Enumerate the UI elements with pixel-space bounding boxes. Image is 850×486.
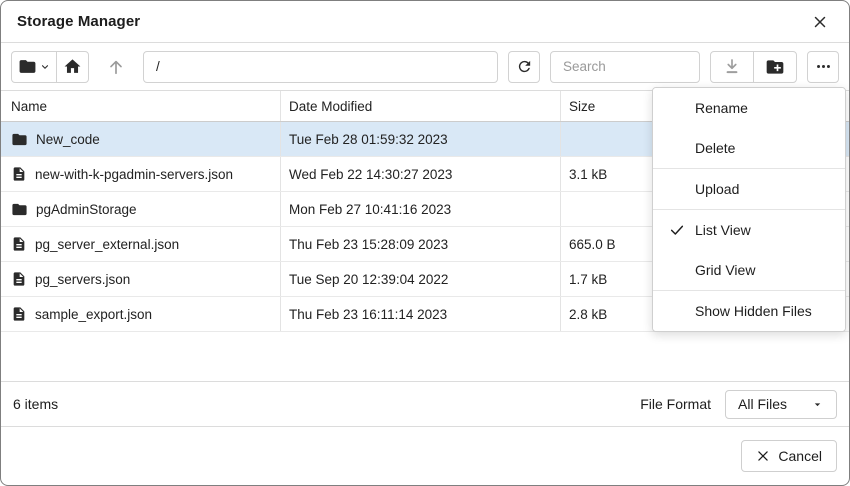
file-name: pg_server_external.json <box>35 237 179 252</box>
file-format-select[interactable]: All Files <box>725 390 837 419</box>
title-bar: Storage Manager <box>1 1 849 43</box>
more-options-icon <box>815 58 832 75</box>
file-name: new-with-k-pgadmin-servers.json <box>35 167 233 182</box>
context-menu: Rename Delete Upload List View Grid View… <box>652 87 846 332</box>
file-name: pg_servers.json <box>35 272 130 287</box>
check-icon <box>669 222 685 238</box>
toolbar <box>1 43 849 91</box>
menu-item-list-view[interactable]: List View <box>653 210 845 250</box>
close-button[interactable] <box>807 9 833 35</box>
file-name: sample_export.json <box>35 307 152 322</box>
file-date: Tue Feb 28 01:59:32 2023 <box>281 122 561 156</box>
file-date: Thu Feb 23 15:28:09 2023 <box>281 227 561 261</box>
file-date: Wed Feb 22 14:30:27 2023 <box>281 157 561 191</box>
menu-item-label: List View <box>695 222 751 238</box>
menu-item-rename[interactable]: Rename <box>653 88 845 128</box>
file-icon <box>11 236 27 252</box>
file-icon <box>11 306 27 322</box>
new-folder-icon <box>765 57 785 77</box>
file-date: Tue Sep 20 12:39:04 2022 <box>281 262 561 296</box>
menu-item-label: Delete <box>695 140 735 156</box>
menu-item-show-hidden-files[interactable]: Show Hidden Files <box>653 291 845 331</box>
file-date: Mon Feb 27 10:41:16 2023 <box>281 192 561 226</box>
file-format-value: All Files <box>738 396 787 412</box>
file-action-group <box>710 51 797 83</box>
folder-icon <box>18 57 37 76</box>
status-bar: 6 items File Format All Files <box>1 381 849 427</box>
new-folder-button[interactable] <box>753 51 797 83</box>
items-count: 6 items <box>13 396 640 412</box>
chevron-down-icon <box>40 62 50 72</box>
column-header-date-modified[interactable]: Date Modified <box>281 91 561 121</box>
path-input[interactable] <box>143 51 498 83</box>
folder-icon <box>11 201 28 218</box>
close-icon <box>811 13 829 31</box>
dialog-title: Storage Manager <box>17 13 807 30</box>
nav-button-group <box>11 51 89 83</box>
cancel-label: Cancel <box>778 448 822 464</box>
home-icon <box>63 57 82 76</box>
file-name: New_code <box>36 132 100 147</box>
menu-item-label: Grid View <box>695 262 755 278</box>
file-date: Thu Feb 23 16:11:14 2023 <box>281 297 561 331</box>
menu-item-grid-view[interactable]: Grid View <box>653 250 845 290</box>
folder-icon <box>11 131 28 148</box>
file-icon <box>11 271 27 287</box>
caret-down-icon <box>811 398 824 411</box>
refresh-button[interactable] <box>508 51 540 83</box>
folder-menu-button[interactable] <box>11 51 57 83</box>
home-button[interactable] <box>56 51 89 83</box>
cancel-button[interactable]: Cancel <box>741 440 837 472</box>
file-format-label: File Format <box>640 396 711 412</box>
menu-item-label: Rename <box>695 100 748 116</box>
file-icon <box>11 166 27 182</box>
menu-item-label: Show Hidden Files <box>695 303 812 319</box>
more-options-button[interactable] <box>807 51 839 83</box>
arrow-up-icon <box>106 57 126 77</box>
search-input[interactable] <box>550 51 700 83</box>
download-button[interactable] <box>710 51 754 83</box>
download-icon <box>722 57 742 77</box>
file-name: pgAdminStorage <box>36 202 137 217</box>
up-directory-button[interactable] <box>99 51 133 83</box>
footer: Cancel <box>1 427 849 485</box>
menu-item-label: Upload <box>695 181 739 197</box>
storage-manager-dialog: Storage Manager <box>0 0 850 486</box>
menu-item-upload[interactable]: Upload <box>653 169 845 209</box>
column-header-name[interactable]: Name <box>1 91 281 121</box>
cancel-x-icon <box>756 449 770 463</box>
refresh-icon <box>516 58 533 75</box>
menu-item-delete[interactable]: Delete <box>653 128 845 168</box>
